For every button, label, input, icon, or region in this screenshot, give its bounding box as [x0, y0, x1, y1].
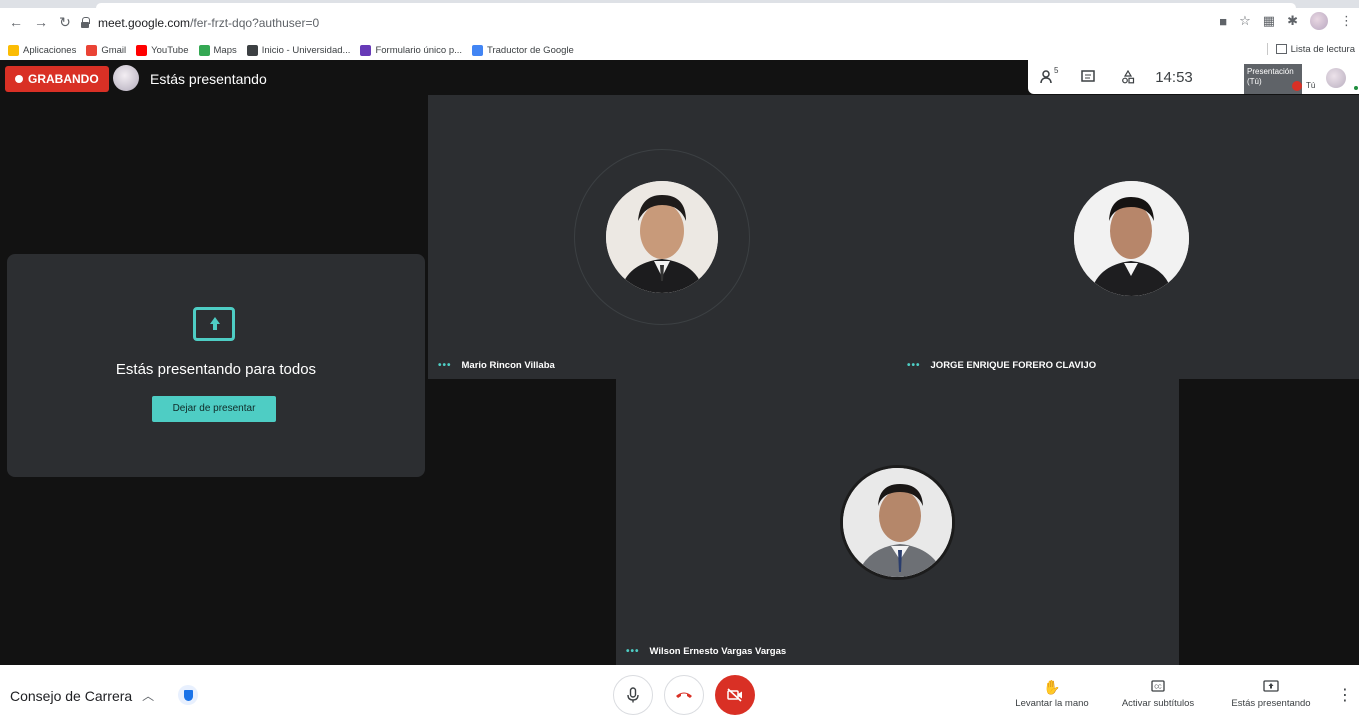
- participants-button[interactable]: 5: [1028, 60, 1068, 94]
- forms-icon: [360, 44, 372, 56]
- meet-stage: GRABANDO Estás presentando 5 14:53 Prese…: [0, 60, 1359, 665]
- self-tile[interactable]: Presentación (Tú) Tú: [1244, 64, 1359, 94]
- more-options-icon[interactable]: •••: [438, 360, 452, 371]
- host-controls-icon[interactable]: [178, 685, 198, 705]
- chevron-up-icon: ︿: [142, 689, 155, 703]
- present-label: Estás presentando: [1231, 698, 1311, 709]
- self-you-label: Tú: [1306, 81, 1316, 90]
- bookmark-label: Traductor de Google: [487, 44, 574, 56]
- presenting-card: Estás presentando para todos Dejar de pr…: [7, 254, 425, 477]
- chat-icon: [1081, 70, 1095, 82]
- bookmark-formulario[interactable]: Formulario único p...: [360, 44, 463, 56]
- browser-chrome: ← → ↻ meet.google.com/fer-frzt-dqo?authu…: [0, 0, 1359, 60]
- captions-icon: CC: [1116, 679, 1200, 695]
- bookmark-label: Gmail: [101, 44, 127, 56]
- bookmark-traductor[interactable]: Traductor de Google: [472, 44, 574, 56]
- lock-icon: [80, 17, 90, 29]
- self-avatar: [1326, 68, 1346, 88]
- bookmark-label: Maps: [213, 44, 237, 56]
- bookmark-label: Inicio - Universidad...: [261, 44, 351, 56]
- captions-label: Activar subtítulos: [1121, 698, 1195, 709]
- bookmark-label: Formulario único p...: [375, 44, 463, 56]
- svg-text:CC: CC: [1154, 685, 1162, 691]
- address-bar[interactable]: meet.google.com/fer-frzt-dqo?authuser=0: [80, 13, 1220, 33]
- camera-off-icon: [727, 688, 742, 702]
- camera-indicator-icon[interactable]: ■: [1219, 14, 1227, 29]
- participant-avatar: [606, 181, 718, 293]
- microphone-icon: [627, 687, 639, 703]
- participant-avatar: [1074, 181, 1189, 296]
- muted-icon: [1292, 81, 1302, 91]
- leave-call-button[interactable]: [664, 675, 704, 715]
- puzzle-icon[interactable]: ✱: [1287, 13, 1298, 29]
- participant-tile[interactable]: ••• Wilson Ernesto Vargas Vargas: [616, 379, 1179, 665]
- participant-name: ••• Mario Rincon Villaba: [438, 360, 555, 371]
- url-domain: meet.google.com: [98, 16, 191, 30]
- presenting-title: Estás presentando: [150, 71, 267, 87]
- reading-list[interactable]: Lista de lectura: [1266, 43, 1355, 55]
- bookmark-apps[interactable]: Aplicaciones: [8, 44, 77, 56]
- presenter-avatar: [113, 65, 139, 91]
- recording-badge: GRABANDO: [5, 66, 109, 92]
- meet-top-bar: 5 14:53 Presentación (Tú) Tú: [1028, 60, 1359, 94]
- participant-tile[interactable]: ••• Mario Rincon Villaba: [428, 95, 897, 379]
- profile-avatar-icon[interactable]: [1310, 12, 1328, 30]
- toolbar-right: ■ ☆ ▦ ✱ ⋮: [1219, 12, 1353, 30]
- address-row: ← → ↻ meet.google.com/fer-frzt-dqo?authu…: [0, 0, 1359, 40]
- translate-icon: [472, 44, 484, 56]
- bookmark-youtube[interactable]: YouTube: [136, 44, 189, 56]
- gmail-icon: [86, 44, 98, 56]
- back-icon[interactable]: ←: [8, 14, 24, 30]
- maps-icon: [198, 44, 210, 56]
- star-icon[interactable]: ☆: [1239, 13, 1251, 29]
- hand-icon: ✋: [1043, 679, 1061, 695]
- meet-bottom-bar: Consejo de Carrera ︿ ✋ Levantar la mano CC…: [0, 665, 1359, 723]
- bookmark-gmail[interactable]: Gmail: [86, 44, 127, 56]
- bookmark-label: YouTube: [151, 44, 189, 56]
- more-options-icon[interactable]: •••: [907, 360, 921, 371]
- microphone-button[interactable]: [613, 675, 653, 715]
- meeting-details-button[interactable]: Consejo de Carrera ︿: [10, 687, 154, 704]
- raise-hand-label: Levantar la mano: [1015, 698, 1089, 709]
- reading-list-label: Lista de lectura: [1290, 43, 1355, 55]
- chat-button[interactable]: [1068, 60, 1108, 94]
- hang-up-icon: [676, 692, 692, 698]
- participant-name: ••• Wilson Ernesto Vargas Vargas: [626, 646, 787, 657]
- camera-off-button[interactable]: [715, 675, 755, 715]
- raise-hand-button[interactable]: ✋ Levantar la mano: [1010, 679, 1094, 709]
- stop-presenting-button[interactable]: Dejar de presentar: [152, 396, 276, 422]
- bookmark-universidad[interactable]: Inicio - Universidad...: [246, 44, 351, 56]
- url-path: /fer-frzt-dqo?authuser=0: [190, 16, 320, 30]
- activities-button[interactable]: [1108, 60, 1148, 94]
- audio-level-icon: [1354, 86, 1358, 90]
- apps-grid-icon: [8, 44, 19, 56]
- university-icon: [246, 44, 258, 56]
- clock: 14:53: [1155, 68, 1193, 86]
- meeting-name: Consejo de Carrera: [10, 687, 133, 704]
- participants-count: 5: [1054, 66, 1059, 75]
- record-dot-icon: [15, 75, 23, 83]
- bookmark-label: Aplicaciones: [23, 44, 77, 56]
- bookmarks-bar: Aplicaciones Gmail YouTube Maps Inicio -…: [0, 40, 1359, 60]
- forward-icon[interactable]: →: [33, 14, 49, 30]
- more-options-icon[interactable]: •••: [626, 646, 640, 657]
- participant-tile[interactable]: ••• JORGE ENRIQUE FORERO CLAVIJO: [897, 95, 1359, 379]
- youtube-icon: [136, 44, 148, 56]
- more-options-icon[interactable]: ⋮: [1337, 685, 1353, 705]
- menu-icon[interactable]: ⋮: [1340, 13, 1353, 29]
- divider: [1266, 43, 1268, 55]
- bookmark-maps[interactable]: Maps: [198, 44, 237, 56]
- reload-icon[interactable]: ↻: [57, 14, 73, 30]
- shapes-icon: [1122, 70, 1135, 84]
- present-icon: [1226, 679, 1316, 695]
- grid-extension-icon[interactable]: ▦: [1263, 13, 1275, 29]
- reading-list-icon: [1275, 44, 1287, 54]
- present-now-button[interactable]: Estás presentando: [1226, 679, 1316, 709]
- captions-button[interactable]: CC Activar subtítulos: [1116, 679, 1200, 709]
- presenting-card-title: Estás presentando para todos: [115, 361, 317, 378]
- participant-avatar: [840, 465, 955, 580]
- participant-name: ••• JORGE ENRIQUE FORERO CLAVIJO: [907, 360, 1097, 371]
- present-screen-icon: [193, 307, 235, 341]
- recording-label: GRABANDO: [28, 72, 99, 86]
